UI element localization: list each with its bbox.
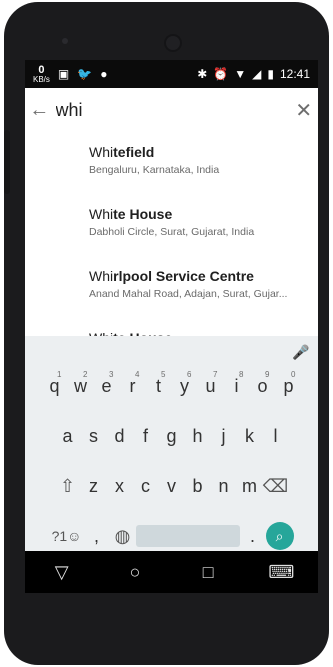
result-title: Whitefield [89,144,155,160]
period-key[interactable]: . [240,518,266,554]
key-h[interactable]: h [185,418,211,454]
microphone-icon[interactable]: 🎤 [292,344,310,362]
time: 12:41 [279,67,310,81]
key-g[interactable]: g [159,418,185,454]
battery-icon: ▮ [267,67,274,81]
key-p[interactable]: 0p [276,368,302,404]
key-t[interactable]: 5t [146,368,172,404]
status-bar: 0 KB/s ▣ 🐦 ● ✱ ⏰ ▼ ◢ ▮ 12:41 [25,60,318,88]
alarm-icon: ⏰ [213,67,229,81]
search-bar: ← ✕ [25,88,318,133]
home-icon[interactable]: ○ [119,562,151,583]
close-icon[interactable]: ✕ [290,88,319,132]
globe-icon[interactable]: ◍ [110,518,136,554]
front-camera [164,34,182,52]
key-q[interactable]: 1q [42,368,68,404]
result-subtitle: Bengaluru, Karnataka, India [89,164,220,176]
search-input[interactable] [53,98,290,122]
back-nav-icon[interactable]: ▽ [46,562,78,583]
key-y[interactable]: 6y [172,368,198,404]
key-u[interactable]: 7u [198,368,224,404]
key-r[interactable]: 4r [120,368,146,404]
keyboard-row-4: ?1☺ , ◍ . ⌕ [25,518,318,554]
recents-icon[interactable]: □ [192,562,224,583]
bluetooth-icon: ✱ [197,67,208,81]
key-j[interactable]: j [211,418,237,454]
key-v[interactable]: v [159,468,185,504]
key-w[interactable]: 2w [68,368,94,404]
key-o[interactable]: 9o [250,368,276,404]
power-button [4,130,10,194]
result-subtitle: Anand Mahal Road, Adajan, Surat, Gujar..… [89,288,288,300]
result-title: White House [89,206,173,222]
list-item[interactable]: White House Dabholi Circle, Surat, Gujar… [25,194,318,256]
key-l[interactable]: l [263,418,289,454]
navigation-bar: ▽ ○ □ ⌨ [25,551,318,593]
shift-icon[interactable]: ⇧ [55,468,81,504]
net-rate: 0 KB/s [33,63,50,84]
app-icon: ● [100,67,108,81]
key-f[interactable]: f [133,418,159,454]
key-b[interactable]: b [185,468,211,504]
list-item[interactable]: Whitefield Bengaluru, Karnataka, India [25,132,318,194]
search-icon[interactable]: ⌕ [265,522,294,550]
key-x[interactable]: x [107,468,133,504]
signal-icon: ◢ [252,67,262,81]
key-e[interactable]: 3e [94,368,120,404]
key-c[interactable]: c [133,468,159,504]
key-z[interactable]: z [81,468,107,504]
key-m[interactable]: m [237,468,263,504]
comma-key[interactable]: , [84,518,110,554]
key-n[interactable]: n [211,468,237,504]
screen: 0 KB/s ▣ 🐦 ● ✱ ⏰ ▼ ◢ ▮ 12:41 ← ✕ Whitefi… [25,60,318,593]
key-s[interactable]: s [81,418,107,454]
key-d[interactable]: d [107,418,133,454]
keyboard-row-2: a s d f g h j k l [25,418,318,454]
list-item[interactable]: Whirlpool Service Centre Anand Mahal Roa… [25,256,318,318]
keyboard-switch-icon[interactable]: ⌨ [265,562,297,583]
result-title: Whirlpool Service Centre [89,268,254,284]
wifi-icon: ▼ [234,67,247,81]
keyboard-row-3: ⇧ z x c v b n m ⌫ [25,468,318,504]
keyboard-row-1: 1q 2w 3e 4r 5t 6y 7u 8i 9o 0p [25,368,318,404]
backspace-icon[interactable]: ⌫ [263,468,289,504]
image-icon: ▣ [57,67,70,81]
symbols-key[interactable]: ?1☺ [50,518,84,554]
keyboard: 🎤 1q 2w 3e 4r 5t 6y 7u 8i 9o 0p a s d f … [25,336,318,578]
twitter-icon: 🐦 [77,67,93,81]
back-arrow-icon[interactable]: ← [25,88,54,132]
front-sensor [62,38,68,44]
key-a[interactable]: a [55,418,81,454]
key-k[interactable]: k [237,418,263,454]
spacebar[interactable] [135,525,240,547]
result-subtitle: Dabholi Circle, Surat, Gujarat, India [89,226,255,238]
key-i[interactable]: 8i [224,368,250,404]
